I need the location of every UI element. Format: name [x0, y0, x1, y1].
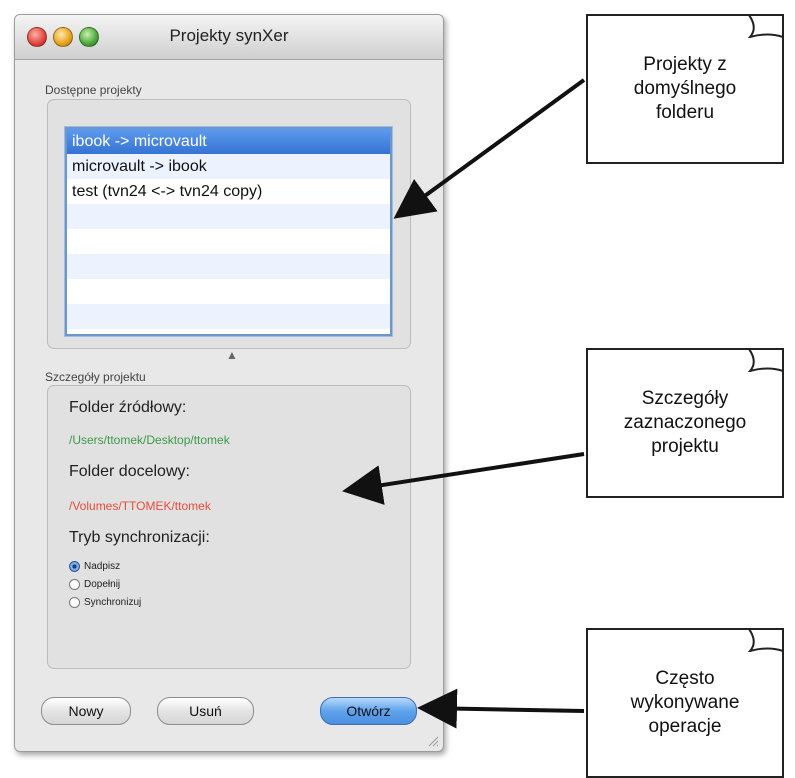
annotation-arrows	[342, 78, 586, 729]
arrow-to-action-buttons	[417, 688, 585, 729]
arrow-to-project-list	[393, 78, 586, 219]
arrow-to-project-details	[342, 452, 585, 505]
